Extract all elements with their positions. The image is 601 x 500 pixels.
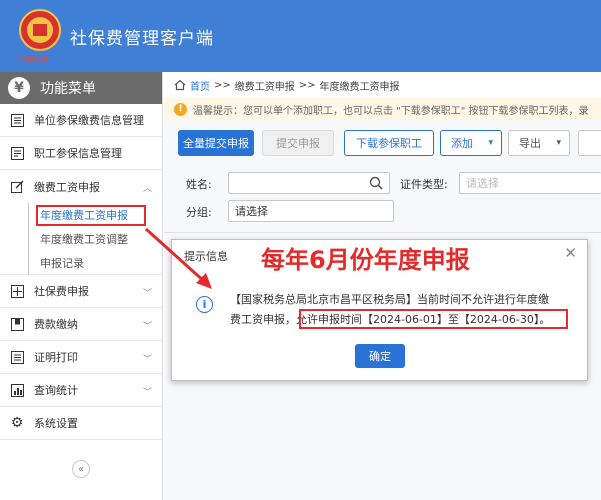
menu-item-employee-info[interactable]: 职工参保信息管理 xyxy=(0,137,162,170)
toolbar: 全量提交申报 提交申报 下载参保职工 添加 ▾ 导出 ▾ xyxy=(164,130,601,160)
tip-text: 温馨提示：您可以单个添加职工，也可以点击 "下载参保职工" 按钮下载参保职工列表… xyxy=(193,105,589,117)
search-icon[interactable] xyxy=(369,176,383,190)
warning-icon: ! xyxy=(174,102,187,116)
cert-type-select[interactable]: 请选择 xyxy=(459,172,601,194)
emblem-caption: 中国税务 xyxy=(16,55,48,64)
group-label: 分组: xyxy=(186,206,212,219)
submit-all-button[interactable]: 全量提交申报 xyxy=(178,130,254,156)
breadcrumb-home-link[interactable]: 首页 xyxy=(190,78,210,93)
sub-item-label: 年度缴费工资调整 xyxy=(40,233,128,246)
menu-item-label: 缴费工资申报 xyxy=(34,180,100,194)
app-window: 中国税务 社保费管理客户端 ¥ 功能菜单 单位参保缴费信息管理 职工参保信息管理… xyxy=(0,0,601,500)
edit-icon xyxy=(10,180,24,194)
group-placeholder: 请选择 xyxy=(235,205,268,218)
menu-item-label: 系统设置 xyxy=(34,417,78,430)
annotation-highlight-box xyxy=(36,205,146,226)
chevron-down-icon: ﹀ xyxy=(142,355,152,365)
sub-item-annual-adjustment[interactable]: 年度缴费工资调整 xyxy=(0,227,162,251)
app-title: 社保费管理客户端 xyxy=(70,29,214,49)
app-header: 中国税务 社保费管理客户端 xyxy=(0,0,601,72)
sidebar-heading: ¥ 功能菜单 xyxy=(0,72,162,104)
export-button-label: 导出 xyxy=(519,137,541,150)
submit-button[interactable]: 提交申报 xyxy=(262,130,334,156)
home-icon xyxy=(174,79,186,91)
breadcrumb-separator: >> xyxy=(214,79,231,91)
sub-item-declaration-records[interactable]: 申报记录 xyxy=(0,251,162,275)
export-button[interactable]: 导出 ▾ xyxy=(508,130,570,156)
chart-icon xyxy=(10,383,24,397)
menu-item-system-settings[interactable]: ⚙ 系统设置 xyxy=(0,407,162,440)
more-button[interactable] xyxy=(578,130,601,156)
menu-item-label: 职工参保信息管理 xyxy=(34,147,122,160)
menu-item-payment[interactable]: 费款缴纳 ﹀ xyxy=(0,308,162,341)
tip-banner: ! 温馨提示：您可以单个添加职工，也可以点击 "下载参保职工" 按钮下载参保职工… xyxy=(164,98,601,120)
yen-icon: ¥ xyxy=(8,77,30,99)
menu-item-label: 证明打印 xyxy=(34,351,78,364)
sub-item-label: 申报记录 xyxy=(40,256,84,270)
sidebar: ¥ 功能菜单 单位参保缴费信息管理 职工参保信息管理 缴费工资申报 ︿ 年度缴费… xyxy=(0,72,163,500)
sidebar-collapse-button[interactable]: « xyxy=(72,460,90,478)
annotation-period-box xyxy=(299,309,568,329)
add-button-label: 添加 xyxy=(451,137,473,150)
name-label: 姓名: xyxy=(186,178,212,191)
menu-item-certificate-print[interactable]: 证明打印 ﹀ xyxy=(0,341,162,374)
chevron-down-icon: ﹀ xyxy=(142,388,152,398)
list-icon xyxy=(10,146,24,160)
name-input[interactable] xyxy=(228,172,390,194)
sidebar-heading-label: 功能菜单 xyxy=(40,81,96,97)
menu-item-query-statistics[interactable]: 查询统计 ﹀ xyxy=(0,374,162,407)
menu-item-label: 单位参保缴费信息管理 xyxy=(34,114,144,127)
breadcrumb-current: 年度缴费工资申报 xyxy=(319,81,400,93)
annotation-banner: 每年6月份年度申报 xyxy=(261,246,470,274)
menu-item-label: 费款缴纳 xyxy=(34,318,78,331)
menu-item-unit-info[interactable]: 单位参保缴费信息管理 xyxy=(0,104,162,137)
annotation-arrow-icon xyxy=(144,227,212,289)
breadcrumb-part: 缴费工资申报 xyxy=(234,81,295,93)
sub-item-annual-declaration[interactable]: 年度缴费工资申报 xyxy=(0,203,162,227)
chevron-down-icon: ▾ xyxy=(556,138,561,148)
add-button[interactable]: 添加 ▾ xyxy=(440,130,502,156)
info-dialog: 提示信息 每年6月份年度申报 ✕ i 【国家税务总局北京市昌平区税务局】当前时间… xyxy=(171,239,588,381)
menu-item-social-insurance[interactable]: 社保费申报 ﹀ xyxy=(0,275,162,308)
bookmark-icon xyxy=(10,317,24,331)
menu-item-wage-declaration[interactable]: 缴费工资申报 ︿ xyxy=(0,170,162,203)
info-icon: i xyxy=(196,296,213,313)
table-top-border xyxy=(164,232,601,233)
chevron-down-icon: ﹀ xyxy=(142,322,152,332)
close-icon[interactable]: ✕ xyxy=(564,244,577,262)
cert-type-label: 证件类型: xyxy=(400,178,448,191)
menu-item-label: 查询统计 xyxy=(34,384,78,397)
group-select[interactable]: 请选择 xyxy=(228,200,394,222)
dialog-message-line1: 【国家税务总局北京市昌平区税务局】当前时间不允许进行年度缴 xyxy=(230,293,549,306)
tax-emblem-icon xyxy=(19,9,61,51)
cert-type-placeholder: 请选择 xyxy=(466,177,499,190)
chevron-up-icon: ︿ xyxy=(142,184,152,194)
breadcrumb: 首页 >> 缴费工资申报 >> 年度缴费工资申报 xyxy=(164,72,601,98)
download-employees-button[interactable]: 下载参保职工 xyxy=(344,130,434,156)
confirm-button[interactable]: 确定 xyxy=(355,344,405,368)
breadcrumb-separator: >> xyxy=(298,79,316,91)
grid-icon xyxy=(10,113,24,127)
print-icon xyxy=(10,350,24,364)
gear-icon: ⚙ xyxy=(10,415,24,431)
chevron-down-icon: ▾ xyxy=(488,138,493,148)
doc-icon xyxy=(10,284,24,298)
menu-item-label: 社保费申报 xyxy=(34,285,89,298)
